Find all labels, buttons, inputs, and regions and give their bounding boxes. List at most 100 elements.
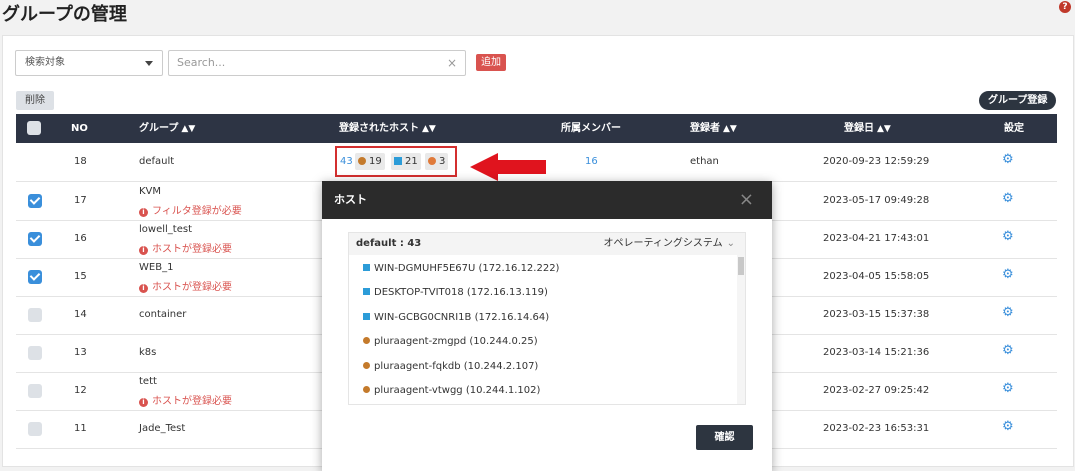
search-input[interactable]: Search... × (168, 50, 466, 76)
row-warning: i フィルタ登録が必要 (139, 202, 242, 217)
other-count: 3 (439, 156, 446, 167)
row-no: 14 (74, 309, 87, 320)
row-checkbox[interactable] (28, 270, 42, 284)
host-label: pluraagent-vtwgg (10.244.1.102) (374, 385, 541, 396)
warning-text: フィルタ登録が必要 (152, 206, 242, 217)
gear-icon[interactable]: ⚙ (1002, 152, 1014, 167)
col-hosts[interactable]: 登録されたホスト ▲▼ (339, 114, 436, 144)
chevron-down-icon: ⌄ (726, 238, 735, 249)
row-date: 2020-09-23 12:59:29 (823, 156, 930, 167)
row-warning: i ホストが登録必要 (139, 278, 232, 293)
row-creator: ethan (690, 156, 719, 167)
row-checkbox[interactable] (28, 308, 42, 322)
modal-title: ホスト (334, 193, 367, 206)
gear-icon[interactable]: ⚙ (1002, 229, 1014, 244)
list-item[interactable]: WIN-GCBG0CNRI1B (172.16.14.64) (363, 312, 549, 323)
linux-icon (363, 386, 370, 393)
row-no: 11 (74, 423, 87, 434)
windows-count: 21 (405, 156, 418, 167)
scrollbar-thumb[interactable] (738, 257, 744, 275)
warning-text: ホストが登録必要 (152, 244, 232, 255)
windows-icon (363, 313, 370, 320)
row-no: 15 (74, 271, 87, 282)
row-date: 2023-04-21 17:43:01 (823, 233, 930, 244)
row-group: Jade_Test (139, 423, 186, 434)
row-date: 2023-03-14 15:21:36 (823, 347, 930, 358)
row-warning: i ホストが登録必要 (139, 392, 232, 407)
row-checkbox[interactable] (28, 194, 42, 208)
row-date: 2023-03-15 15:37:38 (823, 309, 930, 320)
row-checkbox[interactable] (28, 422, 42, 436)
host-label: pluraagent-zmgpd (10.244.0.25) (374, 336, 538, 347)
row-no: 12 (74, 385, 87, 396)
col-group-label: グループ (139, 123, 179, 134)
register-group-button[interactable]: グループ登録 (979, 91, 1057, 110)
row-checkbox[interactable] (28, 346, 42, 360)
list-item[interactable]: pluraagent-vtwgg (10.244.1.102) (363, 385, 540, 396)
confirm-button[interactable]: 確認 (696, 425, 753, 450)
red-arrow-annotation (470, 153, 546, 181)
gear-icon[interactable]: ⚙ (1002, 343, 1014, 358)
scrollbar[interactable] (737, 255, 745, 404)
row-group: WEB_1 (139, 262, 174, 273)
host-list-header: default : 43 オペレーティングシステム ⌄ (349, 233, 745, 255)
row-checkbox[interactable] (28, 232, 42, 246)
os-sort-label: オペレーティングシステム (603, 238, 723, 249)
info-icon: i (139, 208, 148, 217)
col-date-label: 登録日 (844, 123, 874, 134)
list-item[interactable]: pluraagent-fqkdb (10.244.2.107) (363, 361, 538, 372)
windows-host-pill[interactable]: 21 (391, 153, 421, 170)
host-list-title: default : 43 (356, 238, 422, 249)
list-item[interactable]: pluraagent-zmgpd (10.244.0.25) (363, 336, 538, 347)
gear-icon[interactable]: ⚙ (1002, 191, 1014, 206)
host-list: default : 43 オペレーティングシステム ⌄ WIN-DGMUHF5E6… (348, 232, 746, 405)
select-all-checkbox[interactable] (27, 121, 41, 135)
sort-icon: ▲▼ (422, 124, 436, 134)
row-date: 2023-02-27 09:25:42 (823, 385, 930, 396)
linux-host-pill[interactable]: 19 (355, 153, 385, 170)
info-icon: i (139, 246, 148, 255)
search-target-select[interactable]: 検索対象 (15, 50, 163, 76)
os-sort-dropdown[interactable]: オペレーティングシステム ⌄ (604, 233, 736, 255)
gear-icon[interactable]: ⚙ (1002, 419, 1014, 434)
col-members: 所属メンバー (561, 123, 621, 134)
row-no: 17 (74, 195, 87, 206)
close-icon[interactable]: × (739, 181, 754, 219)
other-host-pill[interactable]: 3 (425, 153, 449, 170)
col-hosts-label: 登録されたホスト (339, 123, 419, 134)
delete-button[interactable]: 削除 (16, 91, 54, 110)
sort-icon: ▲▼ (877, 124, 891, 134)
warning-text: ホストが登録必要 (152, 396, 232, 407)
col-date[interactable]: 登録日 ▲▼ (844, 114, 891, 144)
gear-icon[interactable]: ⚙ (1002, 267, 1014, 282)
list-item[interactable]: WIN-DGMUHF5E67U (172.16.12.222) (363, 263, 559, 274)
col-creator-label: 登録者 (690, 123, 720, 134)
search-placeholder: Search... (177, 56, 226, 69)
row-date: 2023-02-23 16:53:31 (823, 423, 930, 434)
col-creator[interactable]: 登録者 ▲▼ (690, 114, 737, 144)
host-breakdown-highlight[interactable]: 43 19 21 3 (335, 146, 457, 177)
gear-icon[interactable]: ⚙ (1002, 305, 1014, 320)
add-button[interactable]: 追加 (476, 54, 506, 71)
col-group[interactable]: グループ ▲▼ (139, 114, 195, 144)
select-value: 検索対象 (25, 57, 65, 68)
help-icon[interactable]: ? (1059, 1, 1071, 13)
host-total-count[interactable]: 43 (340, 156, 353, 167)
linux-icon (358, 157, 366, 165)
row-no: 18 (74, 156, 87, 167)
row-checkbox[interactable] (28, 384, 42, 398)
warning-text: ホストが登録必要 (152, 282, 232, 293)
clear-icon[interactable]: × (447, 51, 457, 75)
windows-icon (363, 288, 370, 295)
row-member-count[interactable]: 16 (585, 156, 598, 167)
hosts-modal: ホスト × default : 43 オペレーティングシステム ⌄ WIN-DGM… (322, 181, 772, 471)
sort-icon: ▲▼ (723, 124, 737, 134)
gear-icon[interactable]: ⚙ (1002, 381, 1014, 396)
windows-icon (363, 264, 370, 271)
row-group: container (139, 309, 187, 320)
linux-icon (363, 362, 370, 369)
host-label: DESKTOP-TVIT018 (172.16.13.119) (374, 287, 548, 298)
host-label: WIN-GCBG0CNRI1B (172.16.14.64) (374, 312, 550, 323)
info-icon: i (139, 284, 148, 293)
list-item[interactable]: DESKTOP-TVIT018 (172.16.13.119) (363, 287, 548, 298)
